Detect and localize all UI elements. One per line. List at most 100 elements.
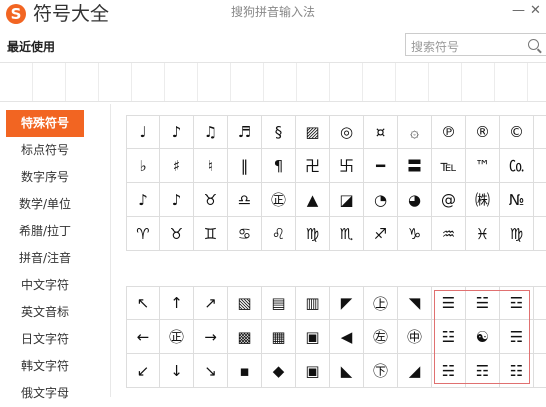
symbol-cell[interactable]: ☰ [432, 286, 466, 320]
symbol-cell[interactable]: 卐 [330, 149, 364, 183]
symbol-cell[interactable] [534, 115, 546, 149]
search-input[interactable]: 搜索符号 [405, 33, 546, 56]
sidebar-item[interactable]: 数学/单位 [6, 191, 84, 218]
symbol-cell[interactable]: → [194, 320, 228, 354]
symbol-cell[interactable]: ↖ [126, 286, 160, 320]
sidebar-item[interactable]: 数字序号 [6, 164, 84, 191]
recent-symbol-slot[interactable] [165, 63, 198, 101]
symbol-cell[interactable]: ☷ [500, 354, 534, 388]
symbol-cell[interactable]: ◥ [398, 286, 432, 320]
symbol-cell[interactable]: ☳ [432, 320, 466, 354]
symbol-cell[interactable] [534, 286, 546, 320]
symbol-cell[interactable]: ☯ [466, 320, 500, 354]
symbol-cell[interactable]: ♑ [398, 217, 432, 251]
symbol-cell[interactable]: ◣ [330, 354, 364, 388]
symbol-cell[interactable]: ۞ [398, 115, 432, 149]
symbol-cell[interactable]: ♍ [296, 217, 330, 251]
sidebar-item[interactable]: 英文音标 [6, 299, 84, 326]
symbol-cell[interactable]: ♩ [126, 115, 160, 149]
recent-symbol-slot[interactable] [363, 63, 396, 101]
symbol-cell[interactable]: ♏ [330, 217, 364, 251]
recent-symbol-slot[interactable] [33, 63, 66, 101]
recent-symbol-slot[interactable] [330, 63, 363, 101]
symbol-cell[interactable]: ♋ [228, 217, 262, 251]
symbol-cell[interactable] [534, 354, 546, 388]
symbol-cell[interactable]: ↗ [194, 286, 228, 320]
symbol-cell[interactable]: ↑ [160, 286, 194, 320]
symbol-cell[interactable]: ▨ [296, 115, 330, 149]
sidebar-item[interactable]: 俄文字母 [6, 380, 84, 407]
sidebar-item[interactable]: 日文字符 [6, 326, 84, 353]
symbol-cell[interactable]: ㊧ [364, 320, 398, 354]
symbol-cell[interactable]: ↘ [194, 354, 228, 388]
symbol-cell[interactable]: ℗ [432, 115, 466, 149]
symbol-cell[interactable] [534, 183, 546, 217]
symbol-cell[interactable]: ♪ [160, 115, 194, 149]
symbol-cell[interactable]: ♫ [194, 115, 228, 149]
symbol-cell[interactable]: ☶ [466, 354, 500, 388]
symbol-cell[interactable]: ▦ [262, 320, 296, 354]
symbol-cell[interactable]: ♈ [126, 217, 160, 251]
recent-symbol-slot[interactable] [528, 63, 546, 101]
symbol-cell[interactable]: @ [432, 183, 466, 217]
recent-symbol-slot[interactable] [198, 63, 231, 101]
symbol-cell[interactable]: ▤ [262, 286, 296, 320]
symbol-cell[interactable]: ‖ [228, 149, 262, 183]
symbol-cell[interactable]: ♯ [160, 149, 194, 183]
symbol-cell[interactable]: ▣ [296, 354, 330, 388]
symbol-cell[interactable]: ¤ [364, 115, 398, 149]
symbol-cell[interactable] [534, 149, 546, 183]
symbol-cell[interactable]: ♬ [228, 115, 262, 149]
recent-symbol-slot[interactable] [0, 63, 33, 101]
symbol-cell[interactable]: ® [466, 115, 500, 149]
symbol-cell[interactable]: ━ [364, 149, 398, 183]
recent-symbol-slot[interactable] [462, 63, 495, 101]
symbol-cell[interactable]: ▪ [228, 354, 262, 388]
symbol-cell[interactable]: ◔ [364, 183, 398, 217]
recent-symbol-slot[interactable] [429, 63, 462, 101]
symbol-cell[interactable]: ㊣ [160, 320, 194, 354]
symbol-cell[interactable]: ♓ [466, 217, 500, 251]
symbol-cell[interactable]: ♪ [126, 183, 160, 217]
sidebar-item[interactable]: 标点符号 [6, 137, 84, 164]
symbol-cell[interactable]: ㊤ [364, 286, 398, 320]
recent-symbol-slot[interactable] [297, 63, 330, 101]
symbol-cell[interactable]: § [262, 115, 296, 149]
recent-symbol-slot[interactable] [132, 63, 165, 101]
symbol-cell[interactable]: ♭ [126, 149, 160, 183]
symbol-cell[interactable]: ㊥ [398, 320, 432, 354]
symbol-cell[interactable]: ♉ [194, 183, 228, 217]
symbol-cell[interactable]: ☱ [466, 286, 500, 320]
symbol-cell[interactable]: ♉ [160, 217, 194, 251]
symbol-cell[interactable]: ♌ [262, 217, 296, 251]
recent-symbol-slot[interactable] [495, 63, 528, 101]
sidebar-item[interactable]: 希腊/拉丁 [6, 218, 84, 245]
recent-symbol-slot[interactable] [99, 63, 132, 101]
close-icon[interactable]: ✕ [530, 4, 541, 18]
sidebar-item[interactable]: 韩文字符 [6, 353, 84, 380]
symbol-cell[interactable]: ♎ [228, 183, 262, 217]
symbol-cell[interactable]: ◪ [330, 183, 364, 217]
symbol-cell[interactable]: ♊ [194, 217, 228, 251]
symbol-cell[interactable]: ♒ [432, 217, 466, 251]
recent-symbol-slot[interactable] [396, 63, 429, 101]
symbol-cell[interactable]: ☴ [500, 320, 534, 354]
recent-symbol-slot[interactable] [66, 63, 99, 101]
minimize-icon[interactable]: — [512, 4, 525, 18]
symbol-cell[interactable]: ♍ [500, 217, 534, 251]
symbol-cell[interactable]: ☲ [500, 286, 534, 320]
symbol-cell[interactable]: ◢ [398, 354, 432, 388]
symbol-cell[interactable]: ← [126, 320, 160, 354]
recent-symbol-slot[interactable] [264, 63, 297, 101]
symbol-cell[interactable]: ♐ [364, 217, 398, 251]
symbol-cell[interactable]: ↙ [126, 354, 160, 388]
symbol-cell[interactable]: ◕ [398, 183, 432, 217]
symbol-cell[interactable]: ㏇ [500, 149, 534, 183]
symbol-cell[interactable]: ♪ [160, 183, 194, 217]
symbol-cell[interactable]: ▧ [228, 286, 262, 320]
symbol-cell[interactable]: ™ [466, 149, 500, 183]
symbol-cell[interactable]: ♮ [194, 149, 228, 183]
symbol-cell[interactable]: ℡ [432, 149, 466, 183]
symbol-cell[interactable]: © [500, 115, 534, 149]
symbol-cell[interactable]: ◆ [262, 354, 296, 388]
